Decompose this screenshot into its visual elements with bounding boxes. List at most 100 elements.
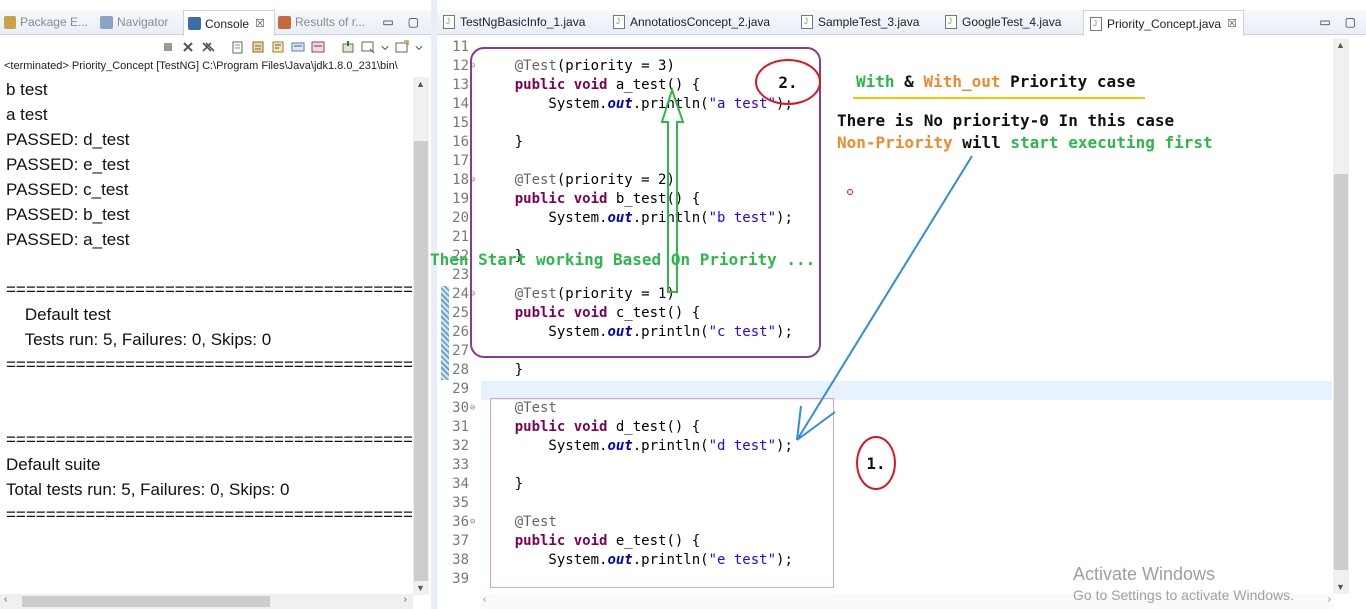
tab-label: GoogleTest_4.java — [962, 15, 1062, 29]
red-dot-mark — [847, 189, 853, 195]
testng-results-icon — [278, 15, 291, 29]
line-number: 39 — [452, 571, 469, 587]
scroll-up-icon[interactable]: ▲ — [1336, 40, 1345, 50]
scroll-down-icon[interactable]: ▼ — [1336, 582, 1345, 592]
scrollbar-thumb[interactable] — [414, 141, 428, 581]
console-view: Package E... Navigator Console ☒ Results… — [0, 0, 431, 609]
line-number: 36 — [452, 514, 469, 530]
open-console-icon[interactable] — [395, 40, 409, 54]
scrollbar-thumb[interactable] — [22, 596, 270, 607]
clear-console-icon[interactable] — [231, 40, 245, 54]
annotation-amp: & — [894, 72, 924, 91]
line-number: 38 — [452, 552, 469, 568]
close-icon[interactable]: ☒ — [255, 12, 265, 36]
show-console-on-output-icon[interactable] — [291, 40, 305, 54]
tab-testngbasicinfo[interactable]: TestNgBasicInfo_1.java — [443, 10, 585, 34]
scroll-right-icon[interactable]: › — [404, 594, 407, 605]
left-window-buttons: ▭ ▢ — [382, 10, 419, 34]
console-horizontal-scrollbar[interactable]: ‹ › — [0, 594, 413, 609]
maximize-icon[interactable]: ▢ — [408, 15, 419, 29]
tab-label: Priority_Concept.java — [1107, 16, 1222, 31]
tab-label: TestNgBasicInfo_1.java — [460, 15, 586, 29]
tab-label: Console — [205, 16, 250, 31]
annotation-will: will — [952, 133, 1011, 152]
line-number: 25 — [452, 305, 469, 321]
tab-console[interactable]: Console ☒ — [183, 10, 275, 36]
fold-toggle-icon[interactable]: ⊖ — [470, 399, 475, 418]
annotation-underline — [853, 97, 1145, 99]
annotation-non-priority-first: Non-Priority will start executing first — [837, 133, 1213, 152]
java-file-icon — [801, 10, 813, 34]
line-number: 14 — [452, 96, 469, 112]
left-tab-bar: Package E... Navigator Console ☒ Results… — [0, 10, 431, 36]
fold-toggle-icon[interactable]: ⊖ — [470, 513, 475, 532]
annotation-title: With & With_out Priority case — [856, 72, 1135, 91]
activate-windows-watermark: Activate Windows Go to Settings to activ… — [1073, 564, 1294, 603]
step-1-circle: 1. — [856, 436, 896, 490]
scroll-lock-icon[interactable] — [251, 40, 265, 54]
scrollbar-thumb[interactable] — [1334, 174, 1348, 570]
line-number: 21 — [452, 229, 469, 245]
console-icon — [188, 17, 201, 30]
line-number: 27 — [452, 343, 469, 359]
annotation-with: With — [856, 72, 895, 91]
line-number: 13 — [452, 77, 469, 93]
scroll-down-icon[interactable]: ▼ — [416, 583, 425, 593]
console-line: ========================================… — [6, 505, 412, 524]
tab-googletest[interactable]: GoogleTest_4.java — [945, 10, 1061, 34]
word-wrap-icon[interactable] — [271, 40, 285, 54]
editor-vertical-scrollbar[interactable]: ▲ ▼ — [1333, 38, 1349, 594]
chevron-down-icon[interactable] — [381, 40, 389, 54]
line-number: 18 — [452, 172, 469, 188]
console-line: Default suite — [6, 455, 101, 474]
remove-launch-icon[interactable] — [181, 40, 195, 54]
minimize-icon[interactable]: ▭ — [382, 15, 393, 29]
annotation-priority-note: Then Start working Based On Priority ... — [430, 250, 816, 269]
code-line[interactable]: 28 } — [437, 361, 1332, 380]
terminate-icon[interactable] — [161, 40, 175, 54]
tab-label: Navigator — [117, 15, 169, 29]
tab-testng-results[interactable]: Results of r... — [278, 10, 372, 34]
editor-window-buttons: ▭ ▢ — [1319, 10, 1356, 34]
tab-navigator[interactable]: Navigator — [100, 10, 178, 34]
tab-label: SampleTest_3.java — [818, 15, 920, 29]
scroll-left-icon[interactable]: ‹ — [483, 594, 486, 605]
package-explorer-icon — [4, 15, 16, 29]
tab-package-explorer[interactable]: Package E... — [4, 10, 88, 34]
show-console-on-error-icon[interactable] — [311, 40, 325, 54]
console-line: ========================================… — [6, 430, 412, 449]
tab-label: Package E... — [19, 15, 88, 29]
console-status-line: <terminated> Priority_Concept [TestNG] C… — [4, 60, 398, 72]
tab-sampletest[interactable]: SampleTest_3.java — [801, 10, 919, 34]
step-2-circle: 2. — [755, 59, 821, 105]
line-number: 32 — [452, 438, 469, 454]
line-number: 15 — [452, 115, 469, 131]
scroll-right-icon[interactable]: › — [1328, 594, 1331, 605]
console-line: PASSED: b_test — [6, 205, 130, 224]
line-number: 17 — [452, 153, 469, 169]
java-file-icon — [945, 10, 957, 34]
scroll-up-icon[interactable]: ▲ — [416, 79, 425, 89]
console-vertical-scrollbar[interactable]: ▲ ▼ — [413, 77, 429, 595]
tab-priority-concept[interactable]: Priority_Concept.java ☒ — [1083, 10, 1244, 36]
pin-console-icon[interactable] — [341, 40, 355, 54]
console-line: Tests run: 5, Failures: 0, Skips: 0 — [6, 330, 272, 349]
console-line: PASSED: a_test — [6, 230, 130, 249]
tab-annotatiosconcept[interactable]: AnnotatiosConcept_2.java — [613, 10, 770, 34]
line-number: 37 — [452, 533, 469, 549]
console-output[interactable]: b test a test PASSED: d_test PASSED: e_test… — [6, 77, 412, 597]
scroll-left-icon[interactable]: ‹ — [4, 594, 7, 605]
console-toolbar — [0, 36, 431, 58]
display-selected-console-icon[interactable] — [361, 40, 375, 54]
chevron-down-icon[interactable] — [415, 40, 423, 54]
remove-all-icon[interactable] — [201, 40, 215, 54]
console-line: ========================================… — [6, 355, 412, 374]
maximize-icon[interactable]: ▢ — [1345, 15, 1356, 29]
java-file-icon — [443, 10, 455, 34]
close-icon[interactable]: ☒ — [1227, 12, 1237, 36]
code-line[interactable]: 29 — [437, 380, 1332, 399]
annotation-start-executing: start executing first — [1010, 133, 1213, 152]
minimize-icon[interactable]: ▭ — [1319, 15, 1330, 29]
